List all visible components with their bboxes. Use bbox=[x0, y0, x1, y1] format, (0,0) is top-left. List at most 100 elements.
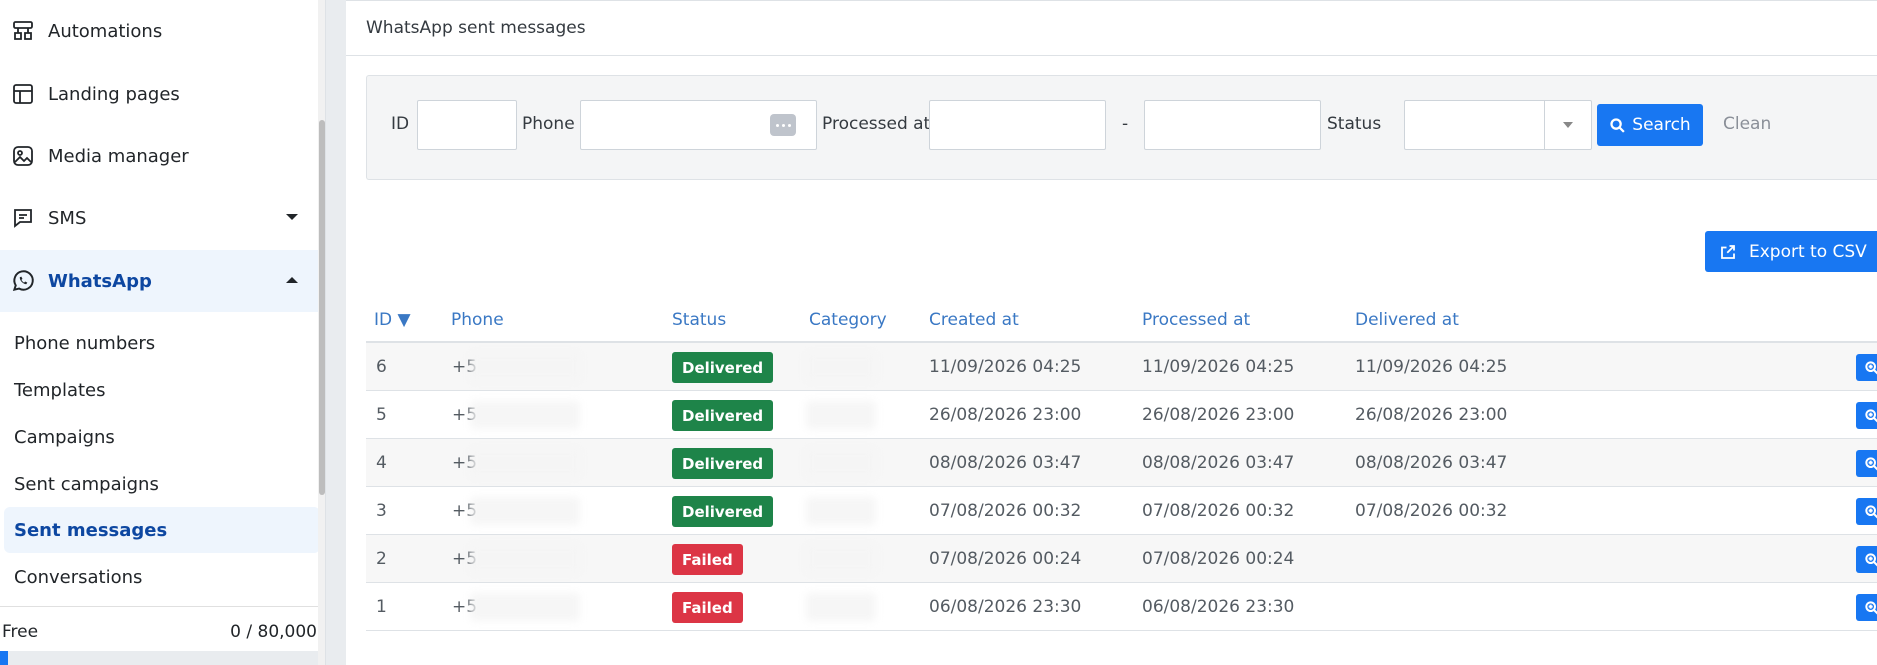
zoom-in-icon bbox=[1865, 600, 1877, 614]
cell-id: 1 bbox=[376, 597, 387, 617]
phone-filter-label: Phone bbox=[522, 114, 575, 134]
table-row: 1 +5 Failed 06/08/2026 23:30 06/08/2026 23:3… bbox=[366, 583, 1877, 631]
messages-table: ID ▼ Phone Status Category Created at Pr… bbox=[366, 297, 1877, 631]
redacted-phone bbox=[470, 401, 580, 429]
view-details-button[interactable] bbox=[1856, 594, 1877, 621]
sidebar-item-automations[interactable]: Automations bbox=[0, 0, 318, 62]
id-filter-input[interactable] bbox=[417, 100, 517, 150]
sidebar-scrollbar[interactable] bbox=[318, 0, 325, 665]
cell-processed-at: 26/08/2026 23:00 bbox=[1142, 405, 1295, 425]
sidebar-item-label: Landing pages bbox=[48, 83, 180, 105]
processed-to-input[interactable] bbox=[1144, 100, 1321, 150]
view-details-button[interactable] bbox=[1856, 402, 1877, 429]
column-header-category[interactable]: Category bbox=[809, 310, 887, 330]
chevron-up-icon bbox=[286, 277, 298, 283]
whatsapp-icon bbox=[10, 268, 36, 294]
cell-delivered-at: 11/09/2026 04:25 bbox=[1355, 357, 1508, 377]
status-badge: Delivered bbox=[672, 352, 774, 383]
automations-icon bbox=[10, 18, 36, 44]
column-header-delivered-at[interactable]: Delivered at bbox=[1355, 310, 1459, 330]
column-header-phone[interactable]: Phone bbox=[451, 310, 504, 330]
search-icon bbox=[1610, 117, 1625, 133]
status-filter-label: Status bbox=[1327, 114, 1382, 134]
sidebar-subitem-conversations[interactable]: Conversations bbox=[0, 557, 318, 597]
processed-at-filter-label: Processed at bbox=[822, 114, 931, 134]
search-button[interactable]: Search bbox=[1597, 104, 1703, 146]
view-details-button[interactable] bbox=[1856, 354, 1877, 381]
sidebar-subitem-campaigns[interactable]: Campaigns bbox=[0, 417, 318, 457]
view-details-button[interactable] bbox=[1856, 546, 1877, 573]
table-body: 6 +5 Delivered 11/09/2026 04:25 11/09/2026 0… bbox=[366, 343, 1877, 631]
sidebar-item-sms[interactable]: SMS bbox=[0, 187, 318, 249]
clean-button[interactable]: Clean bbox=[1723, 114, 1771, 134]
redacted-phone bbox=[470, 593, 580, 621]
export-csv-label: Export to CSV bbox=[1749, 241, 1867, 262]
cell-created-at: 07/08/2026 00:32 bbox=[929, 501, 1082, 521]
redacted-phone bbox=[470, 497, 580, 525]
redacted-phone bbox=[470, 545, 580, 573]
sidebar-item-label: Media manager bbox=[48, 145, 189, 167]
sidebar-item-whatsapp[interactable]: WhatsApp bbox=[0, 250, 318, 312]
share-export-icon bbox=[1721, 244, 1735, 259]
sidebar: Automations Landing pages Media manager … bbox=[0, 0, 326, 665]
table-row: 4 +5 Delivered 08/08/2026 03:47 08/08/2026 0… bbox=[366, 439, 1877, 487]
zoom-in-icon bbox=[1865, 504, 1877, 518]
sidebar-subitem-sent-campaigns[interactable]: Sent campaigns bbox=[0, 464, 318, 504]
processed-from-input[interactable] bbox=[929, 100, 1106, 150]
filter-panel: ID Phone Processed at - Status Search Cl… bbox=[366, 75, 1877, 180]
view-details-button[interactable] bbox=[1856, 498, 1877, 525]
phone-filter-input[interactable] bbox=[580, 100, 817, 150]
redacted-category bbox=[806, 593, 876, 621]
sidebar-subitem-templates[interactable]: Templates bbox=[0, 370, 318, 410]
more-dots-icon[interactable] bbox=[770, 114, 796, 136]
cell-processed-at: 08/08/2026 03:47 bbox=[1142, 453, 1295, 473]
sidebar-subitem-phone-numbers[interactable]: Phone numbers bbox=[0, 323, 318, 363]
cell-delivered-at: 26/08/2026 23:00 bbox=[1355, 405, 1508, 425]
export-csv-button[interactable]: Export to CSV bbox=[1705, 231, 1877, 272]
redacted-category bbox=[806, 401, 876, 429]
chevron-down-icon bbox=[286, 214, 298, 220]
redacted-category bbox=[806, 497, 876, 525]
sidebar-item-label: WhatsApp bbox=[48, 270, 152, 292]
cell-created-at: 26/08/2026 23:00 bbox=[929, 405, 1082, 425]
sidebar-item-landing-pages[interactable]: Landing pages bbox=[0, 63, 318, 125]
redacted-category bbox=[806, 545, 876, 573]
table-row: 5 +5 Delivered 26/08/2026 23:00 26/08/2026 2… bbox=[366, 391, 1877, 439]
column-header-id[interactable]: ID ▼ bbox=[374, 310, 411, 330]
messages-card: WhatsApp sent messages ID Phone Processe… bbox=[346, 0, 1877, 665]
status-badge: Failed bbox=[672, 544, 743, 575]
cell-created-at: 11/09/2026 04:25 bbox=[929, 357, 1082, 377]
sidebar-divider bbox=[0, 606, 318, 607]
sidebar-subitem-sent-messages[interactable]: Sent messages bbox=[4, 507, 320, 553]
chevron-down-icon bbox=[1563, 122, 1573, 128]
column-header-processed-at[interactable]: Processed at bbox=[1142, 310, 1250, 330]
cell-processed-at: 07/08/2026 00:32 bbox=[1142, 501, 1295, 521]
sidebar-scrollbar-thumb[interactable] bbox=[319, 120, 325, 495]
cell-processed-at: 07/08/2026 00:24 bbox=[1142, 549, 1295, 569]
table-header: ID ▼ Phone Status Category Created at Pr… bbox=[366, 297, 1877, 343]
cell-created-at: 07/08/2026 00:24 bbox=[929, 549, 1082, 569]
landing-pages-icon bbox=[10, 81, 36, 107]
redacted-category bbox=[806, 353, 876, 381]
view-details-button[interactable] bbox=[1856, 450, 1877, 477]
cell-created-at: 08/08/2026 03:47 bbox=[929, 453, 1082, 473]
column-header-created-at[interactable]: Created at bbox=[929, 310, 1019, 330]
status-select[interactable] bbox=[1404, 100, 1592, 150]
cell-id: 6 bbox=[376, 357, 387, 377]
cell-delivered-at: 07/08/2026 00:32 bbox=[1355, 501, 1508, 521]
table-row: 3 +5 Delivered 07/08/2026 00:32 07/08/2026 0… bbox=[366, 487, 1877, 535]
cell-processed-at: 06/08/2026 23:30 bbox=[1142, 597, 1295, 617]
redacted-phone bbox=[470, 353, 580, 381]
id-filter-label: ID bbox=[391, 114, 410, 134]
sms-icon bbox=[10, 205, 36, 231]
select-divider bbox=[1544, 101, 1545, 149]
search-button-label: Search bbox=[1632, 115, 1691, 135]
cell-delivered-at: 08/08/2026 03:47 bbox=[1355, 453, 1508, 473]
cell-created-at: 06/08/2026 23:30 bbox=[929, 597, 1082, 617]
sidebar-item-media-manager[interactable]: Media manager bbox=[0, 125, 318, 187]
sidebar-item-label: Automations bbox=[48, 20, 163, 42]
column-header-status[interactable]: Status bbox=[672, 310, 726, 330]
cell-processed-at: 11/09/2026 04:25 bbox=[1142, 357, 1295, 377]
sidebar-item-label: SMS bbox=[48, 207, 87, 229]
zoom-in-icon bbox=[1865, 456, 1877, 470]
